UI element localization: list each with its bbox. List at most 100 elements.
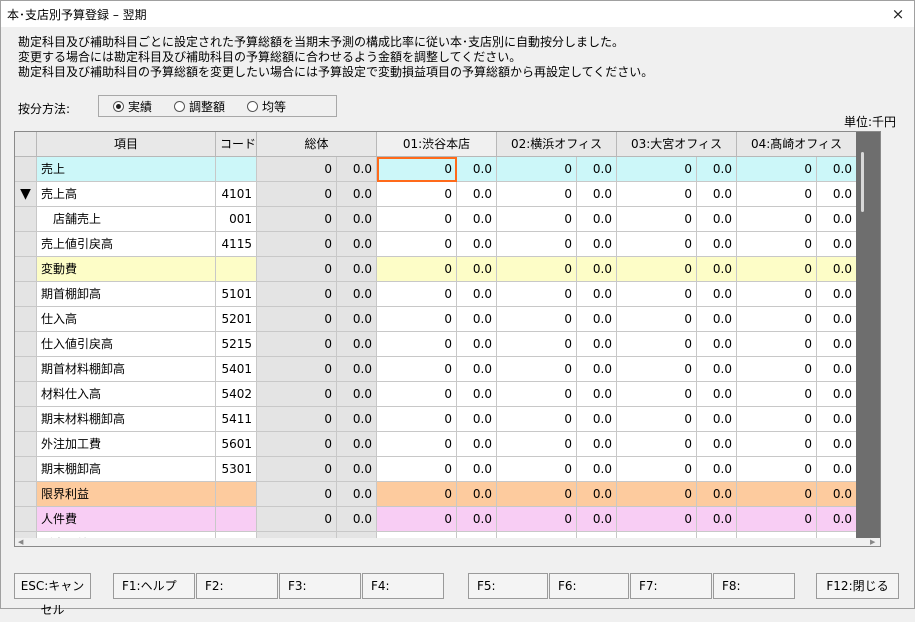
branch-value[interactable]: 0: [737, 332, 817, 357]
branch-value[interactable]: 0: [737, 207, 817, 232]
header-branch[interactable]: 02:横浜オフィス: [497, 132, 617, 157]
branch-percent[interactable]: 0.0: [817, 357, 856, 382]
branch-percent[interactable]: 0.0: [697, 357, 737, 382]
branch-percent[interactable]: 0.0: [697, 257, 737, 282]
branch-percent[interactable]: 0.0: [817, 257, 856, 282]
branch-percent[interactable]: 0.0: [817, 382, 856, 407]
branch-value[interactable]: 0: [377, 357, 457, 382]
header-code[interactable]: コード: [216, 132, 257, 157]
branch-percent[interactable]: 0.0: [817, 507, 856, 532]
branch-percent[interactable]: 0.0: [577, 357, 617, 382]
branch-value[interactable]: 0: [377, 332, 457, 357]
branch-value[interactable]: 0: [737, 507, 817, 532]
branch-percent[interactable]: 0.0: [457, 307, 497, 332]
branch-value[interactable]: 0: [377, 257, 457, 282]
scroll-right-icon[interactable]: ▶: [870, 538, 875, 546]
branch-value[interactable]: 0: [377, 232, 457, 257]
branch-value[interactable]: 0: [617, 182, 697, 207]
branch-percent[interactable]: 0.0: [817, 482, 856, 507]
branch-percent[interactable]: 0.0: [457, 357, 497, 382]
branch-percent[interactable]: 0.0: [457, 282, 497, 307]
branch-value[interactable]: 0: [497, 382, 577, 407]
radio-actual[interactable]: 実績: [113, 98, 152, 115]
radio-equal[interactable]: 均等: [247, 98, 286, 115]
branch-value[interactable]: 0: [617, 232, 697, 257]
close-icon[interactable]: ×: [888, 4, 908, 24]
branch-percent[interactable]: 0.0: [817, 207, 856, 232]
branch-percent[interactable]: 0.0: [577, 482, 617, 507]
f4-button[interactable]: F4:: [362, 573, 444, 599]
branch-percent[interactable]: 0.0: [697, 482, 737, 507]
branch-value[interactable]: 0: [497, 357, 577, 382]
branch-value[interactable]: 0: [497, 232, 577, 257]
header-branch[interactable]: 03:大宮オフィス: [617, 132, 737, 157]
branch-percent[interactable]: 0.0: [457, 507, 497, 532]
branch-value[interactable]: 0: [617, 257, 697, 282]
branch-percent[interactable]: 0.0: [577, 182, 617, 207]
branch-value[interactable]: 0: [377, 307, 457, 332]
branch-percent[interactable]: 0.0: [577, 157, 617, 182]
branch-percent[interactable]: 0.0: [697, 457, 737, 482]
branch-percent[interactable]: 0.0: [697, 507, 737, 532]
branch-percent[interactable]: 0.0: [577, 257, 617, 282]
branch-value[interactable]: 0: [377, 432, 457, 457]
branch-percent[interactable]: 0.0: [697, 407, 737, 432]
scroll-left-icon[interactable]: ◀: [18, 538, 23, 546]
branch-percent[interactable]: 0.0: [697, 157, 737, 182]
branch-value[interactable]: 0: [617, 157, 697, 182]
branch-percent[interactable]: 0.0: [697, 282, 737, 307]
header-total[interactable]: 総体: [257, 132, 377, 157]
branch-percent[interactable]: 0.0: [817, 432, 856, 457]
branch-value[interactable]: 0: [617, 307, 697, 332]
branch-value[interactable]: 0: [377, 382, 457, 407]
branch-percent[interactable]: 0.0: [577, 432, 617, 457]
branch-value[interactable]: 0: [617, 382, 697, 407]
branch-value[interactable]: 0: [497, 207, 577, 232]
f2-button[interactable]: F2:: [196, 573, 278, 599]
branch-value[interactable]: 0: [617, 482, 697, 507]
branch-value[interactable]: 0: [617, 357, 697, 382]
branch-value[interactable]: 0: [377, 407, 457, 432]
branch-value[interactable]: 0: [497, 157, 577, 182]
branch-percent[interactable]: 0.0: [817, 457, 856, 482]
header-item[interactable]: 項目: [37, 132, 216, 157]
branch-value[interactable]: 0: [737, 157, 817, 182]
f7-button[interactable]: F7:: [630, 573, 712, 599]
branch-value[interactable]: 0: [497, 507, 577, 532]
branch-value[interactable]: 0: [377, 482, 457, 507]
branch-value[interactable]: 0: [617, 457, 697, 482]
branch-value[interactable]: 0: [377, 282, 457, 307]
branch-percent[interactable]: 0.0: [697, 232, 737, 257]
branch-value[interactable]: 0: [497, 482, 577, 507]
branch-percent[interactable]: 0.0: [817, 157, 856, 182]
branch-percent[interactable]: 0.0: [697, 182, 737, 207]
branch-value[interactable]: 0: [617, 332, 697, 357]
branch-percent[interactable]: 0.0: [577, 382, 617, 407]
branch-value[interactable]: 0: [377, 457, 457, 482]
branch-percent[interactable]: 0.0: [697, 432, 737, 457]
branch-value[interactable]: 0: [737, 357, 817, 382]
branch-percent[interactable]: 0.0: [577, 232, 617, 257]
branch-value[interactable]: 0: [497, 432, 577, 457]
branch-percent[interactable]: 0.0: [817, 307, 856, 332]
branch-value[interactable]: 0: [377, 507, 457, 532]
branch-value[interactable]: 0: [737, 407, 817, 432]
branch-value[interactable]: 0: [377, 157, 457, 182]
branch-value[interactable]: 0: [737, 282, 817, 307]
vertical-scrollbar[interactable]: [856, 132, 880, 538]
branch-percent[interactable]: 0.0: [457, 207, 497, 232]
branch-percent[interactable]: 0.0: [457, 157, 497, 182]
branch-percent[interactable]: 0.0: [697, 207, 737, 232]
branch-percent[interactable]: 0.0: [577, 332, 617, 357]
branch-value[interactable]: 0: [737, 307, 817, 332]
branch-percent[interactable]: 0.0: [457, 432, 497, 457]
horizontal-scrollbar[interactable]: ◀ ▶: [15, 538, 880, 546]
branch-value[interactable]: 0: [497, 307, 577, 332]
branch-value[interactable]: 0: [377, 207, 457, 232]
f8-button[interactable]: F8:: [713, 573, 795, 599]
f3-button[interactable]: F3:: [279, 573, 361, 599]
branch-value[interactable]: 0: [737, 182, 817, 207]
branch-value[interactable]: 0: [497, 282, 577, 307]
branch-value[interactable]: 0: [617, 432, 697, 457]
branch-percent[interactable]: 0.0: [697, 382, 737, 407]
